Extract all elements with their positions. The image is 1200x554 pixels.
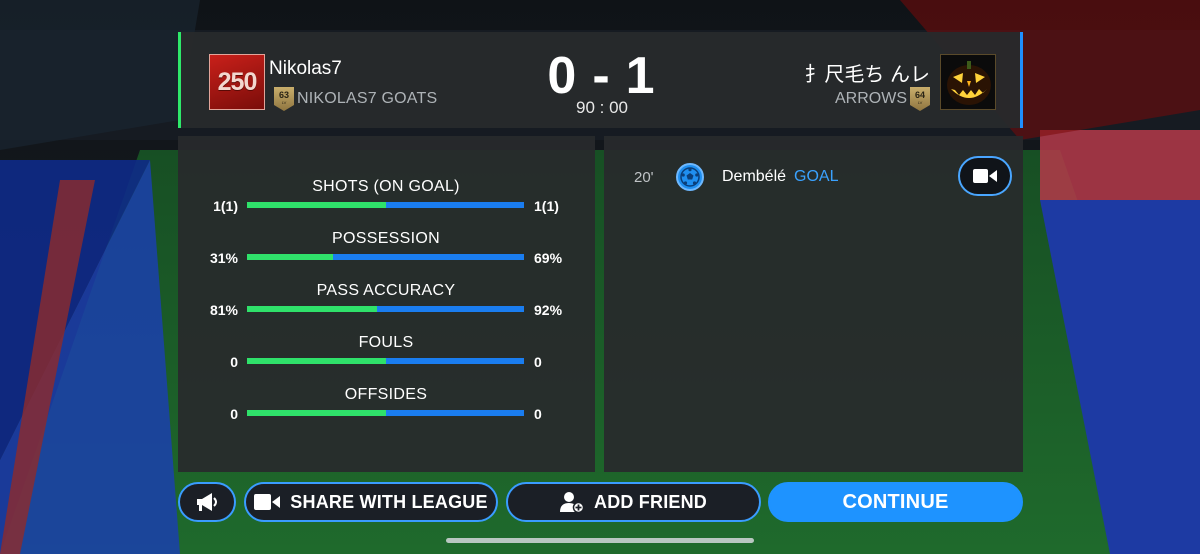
- stat-home-value: 0: [230, 354, 238, 370]
- stat-home-value: 81%: [209, 302, 238, 318]
- stat-bar: [247, 254, 524, 260]
- stat-row-offsides: OFFSIDES 0 0: [178, 386, 595, 426]
- stat-row-pass-accuracy: PASS ACCURACY 81% 92%: [178, 282, 595, 322]
- home-team-badge: 250: [209, 54, 265, 110]
- stat-label: FOULS: [358, 334, 414, 351]
- stat-bar-home-fill: [247, 254, 333, 260]
- stat-bar-home-fill: [247, 306, 378, 312]
- stat-home-value: 1(1): [213, 198, 238, 214]
- away-team-badge: [940, 54, 996, 110]
- home-rating: 63: [278, 90, 289, 100]
- home-player-name: Nikolas7: [269, 58, 342, 79]
- announce-button[interactable]: [178, 482, 236, 522]
- continue-label: CONTINUE: [842, 490, 949, 513]
- stat-bar-home-fill: [247, 202, 386, 208]
- match-stats-panel: SHOTS (ON GOAL) 1(1) 1(1) POSSESSION 31%…: [178, 136, 595, 472]
- add-friend-label: ADD FRIEND: [594, 491, 707, 512]
- stat-label: SHOTS (ON GOAL): [312, 178, 460, 195]
- stat-label: POSSESSION: [332, 230, 440, 247]
- stat-row-fouls: FOULS 0 0: [178, 334, 595, 374]
- replay-button[interactable]: [958, 156, 1012, 196]
- away-rating-label: LV: [917, 100, 923, 105]
- stat-row-possession: POSSESSION 31% 69%: [178, 230, 595, 270]
- home-club-name: NIKOLAS7 GOATS: [297, 90, 438, 107]
- home-rating-shield-icon: 63 LV: [274, 87, 294, 111]
- away-player-name: 扌尺毛ち んレ: [804, 64, 930, 86]
- home-rating-label: LV: [281, 100, 287, 105]
- home-indicator-bar[interactable]: [446, 538, 754, 543]
- stat-bar-home-fill: [247, 410, 386, 416]
- event-player: Dembélé: [722, 168, 787, 185]
- stat-home-value: 0: [230, 406, 238, 422]
- stat-home-value: 31%: [209, 250, 238, 266]
- stat-away-value: 92%: [534, 302, 563, 318]
- scoreline: 0-1: [537, 46, 667, 106]
- stat-bar: [247, 358, 524, 364]
- continue-button[interactable]: CONTINUE: [768, 482, 1023, 522]
- video-camera-icon: [254, 494, 281, 510]
- share-with-league-button[interactable]: SHARE WITH LEAGUE: [244, 482, 498, 522]
- stat-away-value: 1(1): [534, 198, 559, 214]
- home-score: 0: [547, 47, 579, 105]
- share-button-label: SHARE WITH LEAGUE: [290, 491, 488, 512]
- stat-bar: [247, 202, 524, 208]
- stat-bar-home-fill: [247, 358, 386, 364]
- away-club-name: ARROWS: [835, 90, 907, 107]
- match-clock: 90 : 00: [576, 98, 628, 117]
- soccer-ball-icon: [676, 163, 704, 191]
- match-events-panel: 20' Dembélé GOAL: [604, 136, 1023, 472]
- stat-away-value: 0: [534, 354, 542, 370]
- stat-bar: [247, 306, 524, 312]
- stat-label: PASS ACCURACY: [316, 282, 456, 299]
- score-separator: -: [592, 47, 612, 105]
- home-badge-text: 250: [217, 67, 258, 96]
- stat-bar: [247, 410, 524, 416]
- megaphone-icon: [197, 493, 217, 511]
- away-rating-shield-icon: 64 LV: [910, 87, 930, 111]
- jack-o-lantern-icon: [947, 61, 991, 105]
- away-score: 1: [625, 47, 657, 105]
- stat-away-value: 69%: [534, 250, 563, 266]
- stat-label: OFFSIDES: [344, 386, 428, 403]
- away-rating: 64: [914, 90, 925, 100]
- stat-row-shots: SHOTS (ON GOAL) 1(1) 1(1): [178, 178, 595, 218]
- event-minute: 20': [634, 169, 654, 186]
- video-camera-icon: [973, 169, 997, 183]
- match-header: 250 Nikolas7 63 LV NIKOLAS7 GOATS 0-1 90…: [178, 32, 1023, 128]
- add-user-icon: [560, 492, 584, 513]
- event-type: GOAL: [794, 168, 839, 185]
- stat-away-value: 0: [534, 406, 542, 422]
- add-friend-button[interactable]: ADD FRIEND: [506, 482, 761, 522]
